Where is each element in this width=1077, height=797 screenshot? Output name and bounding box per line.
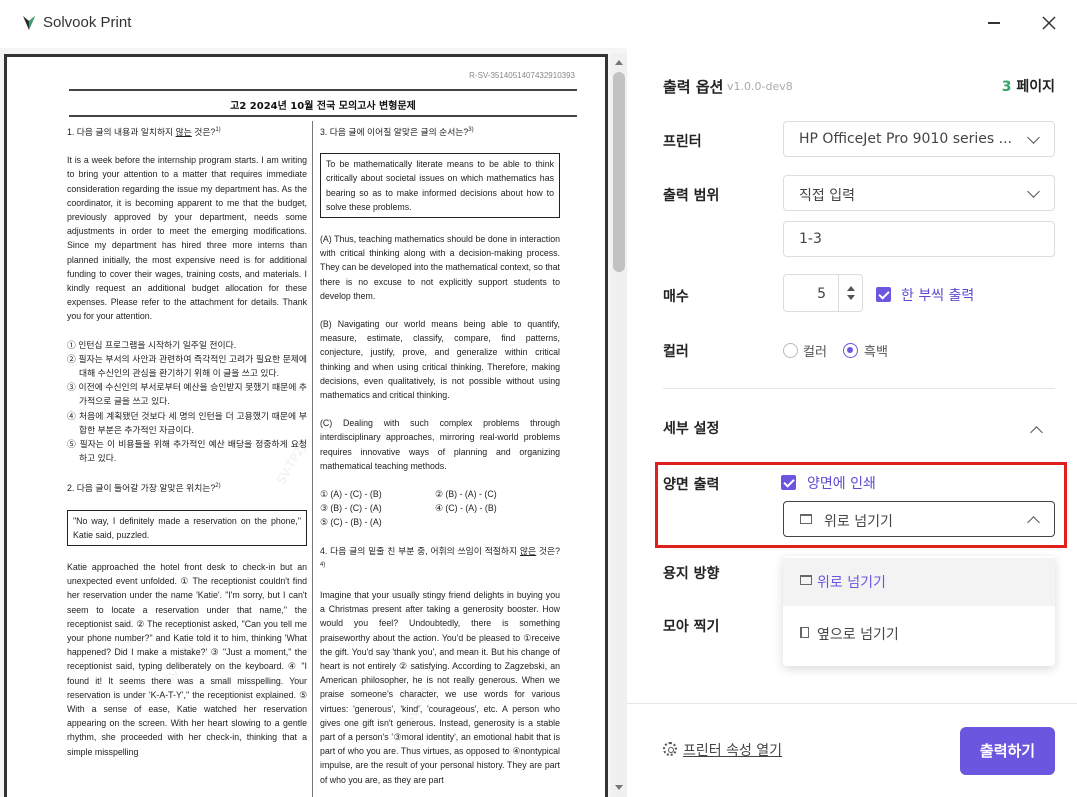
color-label: 컬러 [663, 344, 689, 360]
paragraph-c: (C) Dealing with such complex problems t… [320, 418, 560, 471]
print-preview[interactable]: R-SV-3514051407432910393 고2 2024년 10월 전국… [0, 48, 627, 797]
orientation-label: 용지 방향 [663, 566, 720, 582]
insert-sentence-box: "No way, I definitely made a reservation… [67, 509, 307, 546]
decrement-icon[interactable] [847, 295, 855, 300]
printer-label: 프린터 [663, 134, 702, 150]
minimize-icon[interactable] [988, 22, 1000, 24]
flip-direction-dropdown: 위로 넘기기 옆으로 넘기기 [783, 556, 1055, 666]
scroll-thumb[interactable] [613, 72, 625, 272]
increment-icon[interactable] [847, 286, 855, 291]
given-passage-box: To be mathematically literate means to b… [320, 153, 560, 218]
option-1: ① 인턴십 프로그램을 시작하기 일주일 전이다. [67, 339, 237, 350]
question-1: 1. 다음 글의 내용과 일치하지 않는 것은?1) [67, 126, 221, 137]
flip-option-up[interactable]: 위로 넘기기 [783, 558, 1055, 606]
flip-up-icon [800, 575, 812, 585]
paragraph-b: (B) Navigating our world means being abl… [320, 318, 560, 400]
title-rule-top [69, 89, 577, 91]
option-4: ④ 처음에 계획됐던 것보다 세 명의 인턴을 더 고용했기 때문에 부합한 부… [67, 410, 307, 435]
left-column: 1. 다음 글의 내용과 일치하지 않는 것은?1) It is a week … [67, 123, 307, 773]
section-divider [663, 388, 1055, 389]
answer-choices: ① (A) - (C) - (B) ② (B) - (A) - (C) ③ (B… [320, 487, 560, 530]
document-code: R-SV-3514051407432910393 [469, 71, 575, 80]
flip-option-side[interactable]: 옆으로 넘기기 [783, 610, 1055, 658]
right-column: 3. 다음 글에 이어질 알맞은 글의 순서는?3) To be mathema… [320, 123, 560, 797]
copies-label: 매수 [663, 289, 689, 305]
detail-settings-title: 세부 설정 [663, 421, 720, 437]
printer-select[interactable]: HP OfficeJet Pro 9010 series ... [783, 121, 1055, 157]
footer-divider [627, 703, 1077, 704]
color-radio[interactable] [783, 343, 798, 358]
scroll-down-icon[interactable] [615, 785, 623, 790]
page-range-input[interactable]: 1-3 [783, 221, 1055, 257]
duplex-checkbox-label[interactable]: 양면에 인쇄 [807, 473, 876, 493]
chevron-up-icon [1027, 516, 1040, 529]
collate-checkbox[interactable] [876, 287, 891, 302]
chevron-down-icon [1027, 185, 1040, 198]
app-title: Solvook Print [43, 14, 132, 31]
question-3: 3. 다음 글에 이어질 알맞은 글의 순서는?3) [320, 126, 474, 137]
choice-2: ② (B) - (A) - (C) [435, 488, 497, 499]
passage-1: It is a week before the internship progr… [67, 155, 307, 322]
chevron-up-icon[interactable] [1030, 426, 1043, 439]
version-label: v1.0.0-dev8 [727, 80, 793, 93]
print-options-panel: 출력 옵션 v1.0.0-dev8 3 페이지 프린터 HP OfficeJet… [627, 48, 1077, 797]
solvook-logo-icon [23, 16, 35, 30]
range-select[interactable]: 직접 입력 [783, 175, 1055, 211]
flip-side-icon [800, 627, 809, 638]
choice-4: ④ (C) - (A) - (B) [435, 503, 497, 514]
range-label: 출력 범위 [663, 188, 720, 204]
collate-label[interactable]: 한 부씩 출력 [901, 285, 974, 305]
passage-4: Imagine that your usually stingy friend … [320, 589, 560, 785]
option-3: ③ 이전에 수신인의 부서로부터 예산을 승인받지 못했기 때문에 추가적으로 … [67, 382, 307, 407]
bw-option-label[interactable]: 흑백 [864, 341, 888, 360]
nup-label: 모아 찍기 [663, 619, 720, 635]
document-title: 고2 2024년 10월 전국 모의고사 변형문제 [230, 101, 416, 112]
passage-2: Katie approached the hotel front desk to… [67, 561, 307, 757]
paragraph-a: (A) Thus, teaching mathematics should be… [320, 233, 560, 301]
flip-direction-select[interactable]: 위로 넘기기 [783, 501, 1055, 537]
choice-5: ⑤ (C) - (B) - (A) [320, 517, 382, 528]
print-button[interactable]: 출력하기 [960, 727, 1055, 775]
option-5: ⑤ 필자는 이 비용들을 위해 추가적인 예산 배당을 정중하게 요청하고 있다… [67, 438, 307, 464]
choice-1: ① (A) - (C) - (B) [320, 488, 382, 499]
duplex-checkbox[interactable] [781, 475, 796, 490]
panel-title: 출력 옵션 [663, 78, 724, 96]
copies-stepper[interactable]: 5 [783, 274, 863, 312]
printer-properties-link[interactable]: 프린터 속성 열기 [683, 740, 782, 760]
color-option-label[interactable]: 컬러 [803, 341, 827, 360]
duplex-label: 양면 출력 [663, 477, 720, 493]
bw-radio[interactable] [843, 343, 858, 358]
choice-3: ③ (B) - (C) - (A) [320, 503, 382, 514]
title-bar: Solvook Print [0, 0, 1077, 48]
scroll-up-icon[interactable] [615, 60, 623, 65]
question-4: 4. 다음 글의 밑줄 친 부분 중, 어휘의 쓰임이 적절하지 않은 것은?4… [320, 545, 560, 568]
question-2: 2. 다음 글이 들어갈 가장 알맞은 위치는?2) [67, 483, 221, 494]
gear-icon[interactable] [663, 742, 677, 756]
title-rule-bottom [69, 115, 577, 117]
flip-up-icon [800, 514, 812, 524]
option-2: ② 필자는 부서의 사안과 관련하여 즉각적인 고려가 필요한 문제에 대해 수… [67, 353, 307, 378]
page-count: 3 페이지 [1001, 79, 1055, 95]
chevron-down-icon [1027, 131, 1040, 144]
close-icon[interactable] [1036, 10, 1062, 36]
preview-scrollbar[interactable] [611, 54, 627, 797]
document-page: R-SV-3514051407432910393 고2 2024년 10월 전국… [4, 54, 608, 797]
column-divider [312, 121, 313, 797]
